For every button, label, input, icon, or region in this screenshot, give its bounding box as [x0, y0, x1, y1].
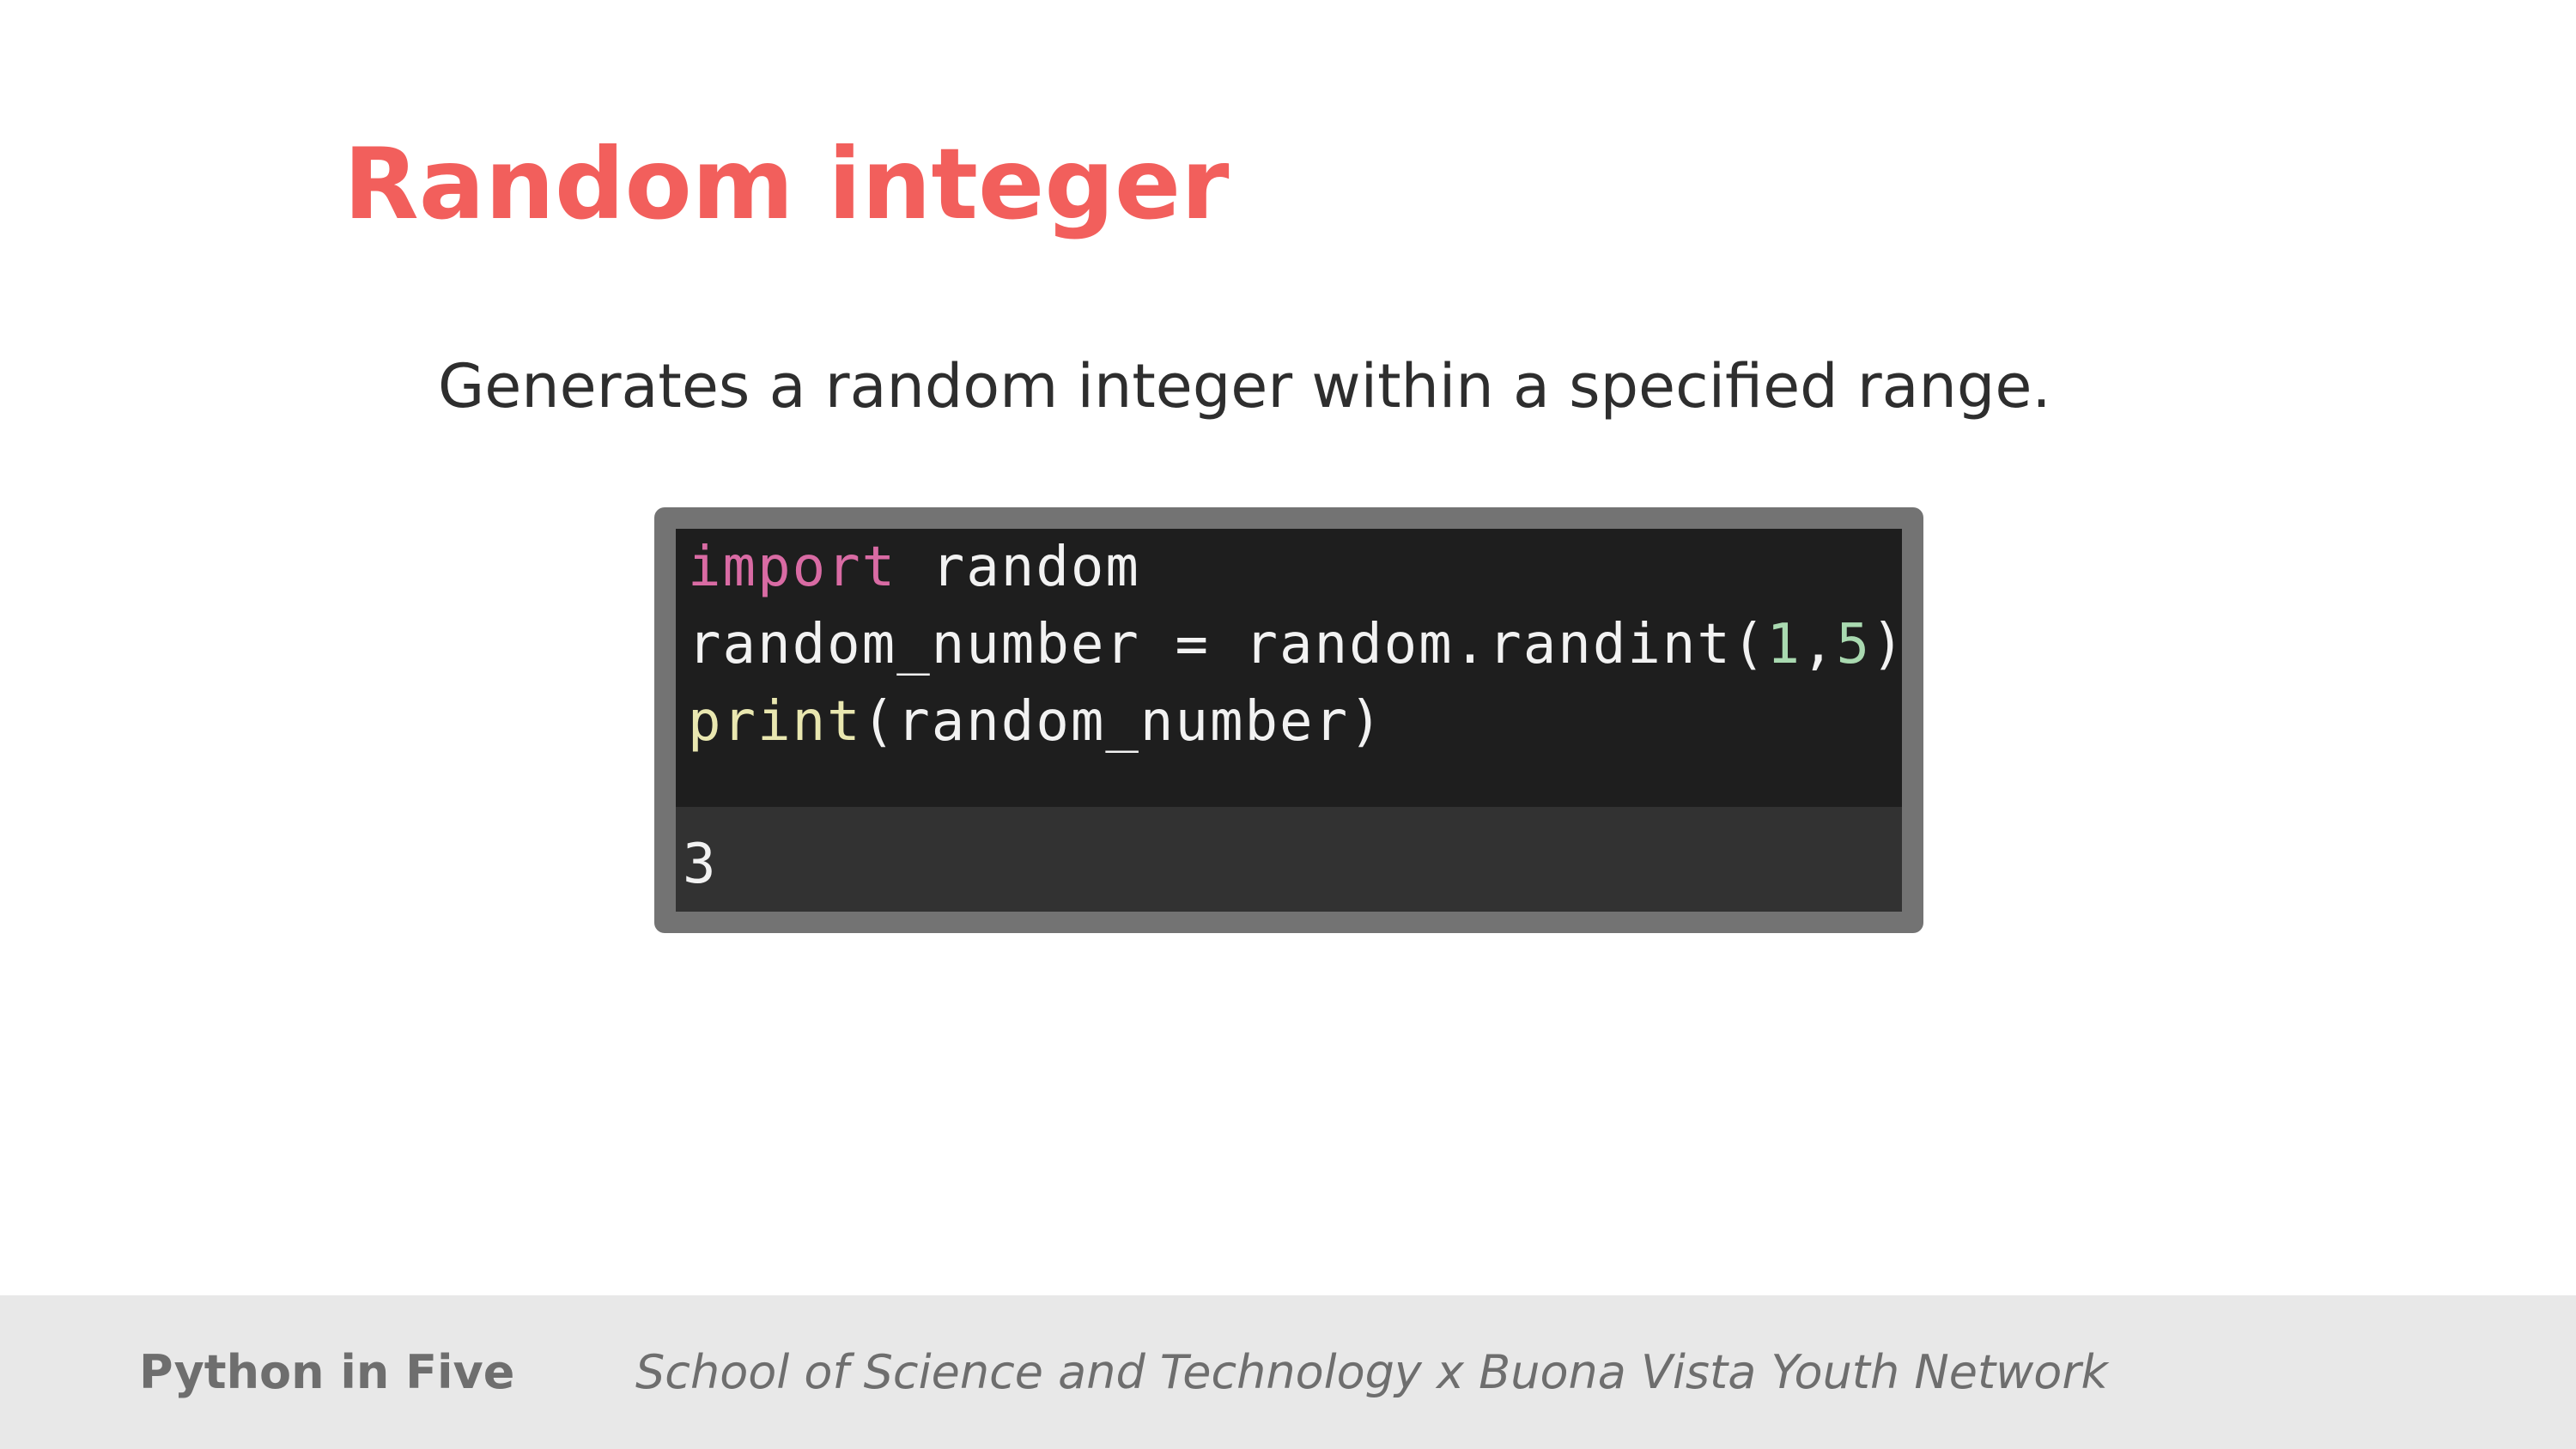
code-output-panel: 3	[676, 807, 1902, 912]
output-value: 3	[683, 833, 716, 896]
randint-arg-high: 5	[1836, 613, 1872, 676]
keyword-import: import	[688, 536, 897, 599]
arg-separator: ,	[1801, 613, 1837, 676]
code-line-print: print(random_number)	[688, 683, 1384, 761]
function-print: print	[688, 690, 862, 754]
randint-call: random_number = random.randint(	[688, 613, 1767, 676]
print-argument: (random_number)	[861, 690, 1384, 754]
code-screenshot: import random random_number = random.ran…	[654, 507, 1923, 933]
closing-paren: )	[1871, 613, 1906, 676]
code-editor: import random random_number = random.ran…	[676, 529, 1905, 807]
footer-bar: Python in Five School of Science and Tec…	[0, 1295, 2576, 1449]
slide-title: Random integer	[343, 127, 1230, 241]
slide-description: Generates a random integer within a spec…	[438, 351, 2051, 421]
footer-credit: School of Science and Technology x Buona…	[635, 1345, 2108, 1399]
code-line-import: import random	[688, 529, 1140, 606]
module-name: random	[896, 536, 1140, 599]
randint-arg-low: 1	[1766, 613, 1801, 676]
code-line-randint: random_number = random.randint(1,5)	[688, 606, 1906, 683]
footer-brand: Python in Five	[139, 1345, 515, 1399]
